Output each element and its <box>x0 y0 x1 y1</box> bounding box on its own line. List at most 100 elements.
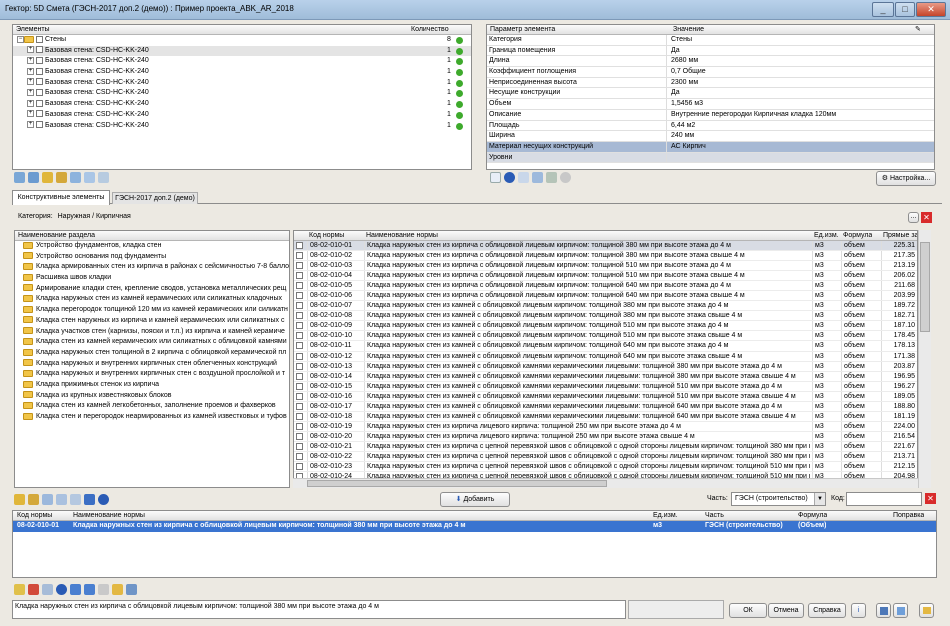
section-item[interactable]: Кладка участков стен (карнизы, пояски и … <box>23 327 289 338</box>
expand-icon[interactable]: + <box>27 67 34 75</box>
norm-row[interactable]: 08-02-010-09 Кладка наружных стен из камн… <box>294 321 917 332</box>
expand-icon[interactable]: + <box>27 78 34 86</box>
check-icon[interactable] <box>98 584 109 595</box>
checkbox[interactable] <box>296 402 303 410</box>
checkbox[interactable] <box>296 392 303 400</box>
norm-row[interactable]: 08-02-010-16 Кладка наружных стен из камн… <box>294 391 917 402</box>
property-row[interactable]: Граница помещения Да <box>487 45 934 57</box>
category-clear-icon[interactable]: ✕ <box>921 212 932 223</box>
import-button[interactable] <box>919 603 934 618</box>
expand-icon[interactable]: + <box>27 89 34 97</box>
expand-icon[interactable]: + <box>27 46 34 54</box>
filter-clear-icon[interactable] <box>56 172 67 183</box>
tree-item[interactable]: + Базовая стена: CSD-HC-KK-240 1 <box>13 45 471 57</box>
info-icon[interactable] <box>56 584 67 595</box>
section-item[interactable]: Армирование кладки стен, крепление сводо… <box>23 284 289 295</box>
edit-icon[interactable]: ✎ <box>915 25 921 34</box>
section-item[interactable]: Кладка из крупных известняковых блоков <box>23 391 289 402</box>
tree-item[interactable]: + Базовая стена: CSD-HC-KK-240 1 <box>13 78 471 89</box>
grid-icon[interactable] <box>70 494 81 505</box>
minimize-button[interactable]: _ <box>872 2 894 17</box>
filter-icon[interactable] <box>42 172 53 183</box>
section-item[interactable]: Кладка стен из камней легкобетонных, зап… <box>23 401 289 412</box>
save-icon[interactable] <box>126 584 137 595</box>
expand-icon[interactable]: + <box>27 99 34 107</box>
norm-row[interactable]: 08-02-010-23 Кладка наружных стен из кирп… <box>294 462 917 473</box>
checkbox[interactable] <box>296 292 303 300</box>
copy-icon[interactable] <box>42 584 53 595</box>
checkbox[interactable] <box>36 99 43 107</box>
norm-row[interactable]: 08-02-010-05 Кладка наружных стен из кирп… <box>294 281 917 292</box>
help-button[interactable]: Справка <box>808 603 846 618</box>
checkbox[interactable] <box>36 67 43 75</box>
norm-row[interactable]: 08-02-010-22 Кладка наружных стен из кирп… <box>294 451 917 463</box>
checkbox[interactable] <box>36 46 43 54</box>
section-item[interactable]: Кладка наружных и внутренних кирпичных с… <box>23 369 289 380</box>
close-button[interactable]: ✕ <box>916 2 946 17</box>
tree-root[interactable]: − Стены 8 <box>13 35 471 46</box>
norm-row[interactable]: 08-02-010-03 Кладка наружных стен из кирп… <box>294 261 917 272</box>
find-icon[interactable] <box>28 172 39 183</box>
norm-row[interactable]: 08-02-010-18 Кладка наружных стен из камн… <box>294 411 917 422</box>
export-button[interactable] <box>893 603 908 618</box>
category-browse-button[interactable]: ... <box>908 212 919 223</box>
section-item[interactable]: Кладка стен и перегородок неармированных… <box>23 412 289 423</box>
checkbox[interactable] <box>36 78 43 86</box>
property-row[interactable]: Площадь 6,44 м2 <box>487 120 934 132</box>
settings-button[interactable]: ⚙ Настройка... <box>876 171 936 186</box>
norm-row[interactable]: 08-02-010-13 Кладка наружных стен из камн… <box>294 361 917 372</box>
maximize-button[interactable]: □ <box>895 2 915 17</box>
move-down-icon[interactable] <box>84 584 95 595</box>
image-icon[interactable] <box>546 172 557 183</box>
property-row[interactable]: Описание Внутренние перегородки Кирпичная… <box>487 109 934 121</box>
section-item[interactable]: Кладка прижимных стенок из кирпича <box>23 380 289 391</box>
section-item[interactable]: Кладка наружных стен толщиной в 2 кирпич… <box>23 348 289 359</box>
section-item[interactable]: Расшивка швов кладки <box>23 273 289 284</box>
move-up-icon[interactable] <box>70 584 81 595</box>
section-item[interactable]: Кладка перегородок толщиной 120 мм из ка… <box>23 305 289 316</box>
checkbox[interactable] <box>296 312 303 320</box>
checkbox[interactable] <box>296 262 303 270</box>
table-icon[interactable] <box>42 494 53 505</box>
property-row[interactable]: Ширина 240 мм <box>487 131 934 142</box>
info-icon[interactable] <box>98 494 109 505</box>
checkbox[interactable] <box>296 382 303 390</box>
norm-row[interactable]: 08-02-010-17 Кладка наружных стен из камн… <box>294 401 917 412</box>
section-item[interactable]: Кладка стен из камней керамических или с… <box>23 337 289 348</box>
checkbox[interactable] <box>36 57 43 65</box>
norm-row[interactable]: 08-02-010-07 Кладка наружных стен из камн… <box>294 301 917 312</box>
document-icon[interactable] <box>490 172 501 183</box>
checkbox[interactable] <box>296 422 303 430</box>
norm-row[interactable]: 08-02-010-12 Кладка наружных стен из камн… <box>294 351 917 362</box>
checkbox[interactable] <box>296 452 303 460</box>
tab-elements[interactable]: Конструктивные элементы <box>12 190 110 205</box>
cancel-button[interactable]: Отмена <box>768 603 804 618</box>
columns-icon[interactable] <box>56 494 67 505</box>
property-row[interactable]: Несущие конструкции Да <box>487 88 934 100</box>
delete-icon[interactable] <box>28 584 39 595</box>
tree-item[interactable]: + Базовая стена: CSD-HC-KK-240 1 <box>13 88 471 99</box>
info-icon[interactable] <box>504 172 515 183</box>
checkbox[interactable] <box>296 372 303 380</box>
checkbox[interactable] <box>296 463 303 471</box>
norm-row[interactable]: 08-02-010-02 Кладка наружных стен из кирп… <box>294 251 917 262</box>
ok-button[interactable]: ОК <box>729 603 767 618</box>
tree-item[interactable]: + Базовая стена: CSD-HC-KK-240 1 <box>13 121 471 132</box>
info-button[interactable]: i <box>851 603 866 618</box>
checkbox[interactable] <box>296 362 303 370</box>
norms-scrollbar[interactable] <box>918 230 931 488</box>
property-row[interactable]: Категория Стены <box>487 35 934 46</box>
tree-item[interactable]: + Базовая стена: CSD-HC-KK-240 1 <box>13 67 471 78</box>
part-select[interactable]: ГЭСН (строительство) ▼ <box>731 492 826 506</box>
norm-row[interactable]: 08-02-010-21 Кладка наружных стен из кирп… <box>294 441 917 452</box>
section-item[interactable]: Кладка наружных стен из камней керамичес… <box>23 294 289 305</box>
collapse-icon[interactable]: − <box>17 35 24 43</box>
expand-icon[interactable]: + <box>27 110 34 118</box>
norm-row[interactable]: 08-02-010-11 Кладка наружных стен из камн… <box>294 341 917 352</box>
norm-row[interactable]: 08-02-010-04 Кладка наружных стен из кирп… <box>294 271 917 282</box>
selected-norm-row[interactable]: 08-02-010-01 Кладка наружных стен из кирп… <box>13 521 936 532</box>
norm-row[interactable]: 08-02-010-06 Кладка наружных стен из кирп… <box>294 291 917 302</box>
tab-gesn[interactable]: ГЭСН-2017 доп.2 (демо) <box>112 192 198 204</box>
section-item[interactable]: Кладка армированных стен из кирпича в ра… <box>23 262 289 273</box>
property-row[interactable]: Материал несущих конструкций АС Кирпич <box>487 141 934 153</box>
